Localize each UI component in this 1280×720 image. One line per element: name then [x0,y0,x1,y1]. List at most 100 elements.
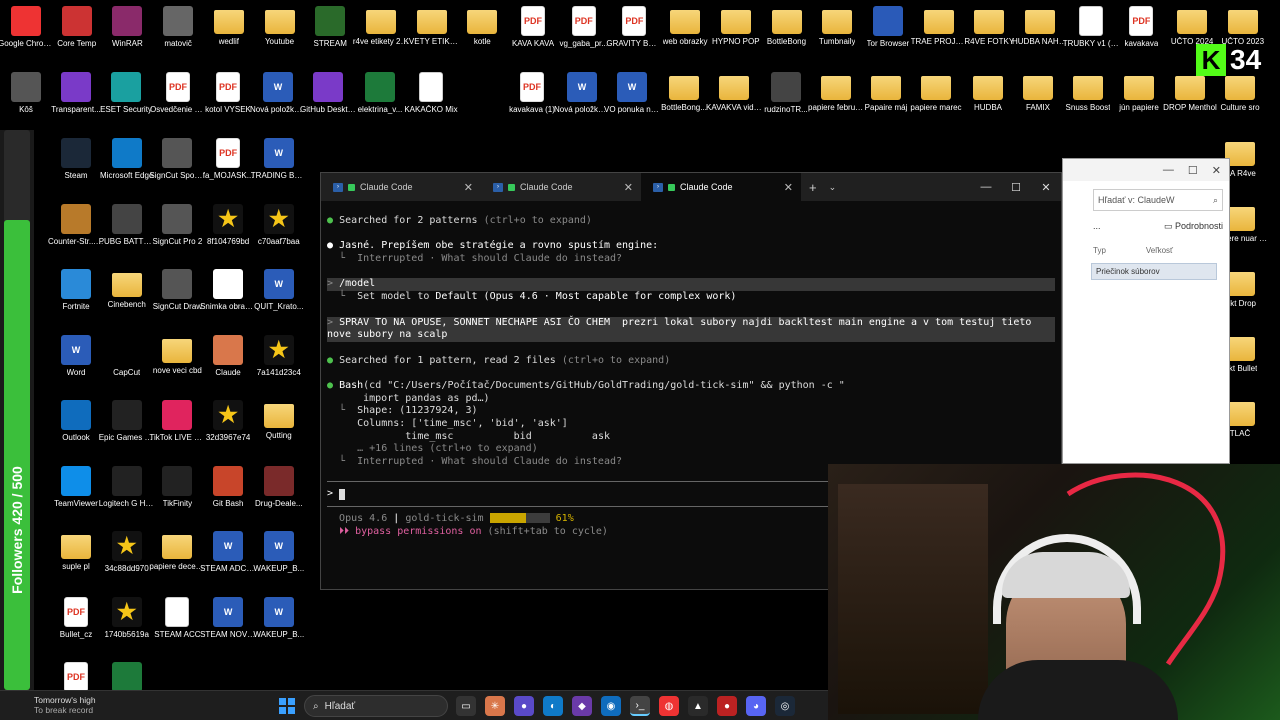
col-type[interactable]: Typ [1093,246,1106,255]
start-button[interactable] [279,698,295,714]
task-view-icon[interactable]: ▭ [456,696,476,716]
desktop-icon[interactable]: Kôš [0,72,52,115]
weather-widget[interactable]: Tomorrow's high To break record [34,695,96,715]
desktop-icon[interactable]: ★ 7a141d23c4 [253,334,305,378]
desktop-icon[interactable]: wedlif [203,6,255,47]
chrome-icon[interactable]: ◍ [659,696,679,716]
desktop-icon[interactable]: SignCut Pro 2 [151,203,203,247]
desktop-icon[interactable]: Transparent... [50,72,102,115]
discord-icon[interactable]: ◕ [746,696,766,716]
desktop-icon[interactable]: PDF KAVA KAVA [507,6,559,49]
new-tab-button[interactable]: + [809,180,817,195]
desktop-icon[interactable]: SignCut Draw [151,269,203,312]
explorer-search-input[interactable]: Hľadať v: ClaudeW ⌕ [1093,189,1223,211]
desktop-icon[interactable]: HYPNO POP [710,6,762,47]
desktop-icon[interactable]: Culture sro [1214,72,1266,113]
desktop-icon[interactable]: ★ 34c88dd970 [101,531,153,574]
desktop-icon[interactable]: UČTO 2023 [1217,6,1269,47]
outlook-icon[interactable]: ◉ [601,696,621,716]
desktop-icon[interactable]: W Nová položka Dokument ... [554,72,610,115]
desktop-icon[interactable]: Steam [50,138,102,181]
close-button[interactable]: ✕ [1031,173,1061,201]
desktop-icon[interactable]: matovič [152,6,204,49]
desktop-icon[interactable]: W WAKEUP_B... [253,531,305,574]
desktop-icon[interactable]: rudzinoTR... [760,72,812,115]
desktop-icon[interactable]: Claude [202,334,254,378]
desktop-icon[interactable]: Epic Games Launcher [99,400,155,443]
desktop-icon[interactable]: Youtube [254,6,306,47]
desktop-icon[interactable]: DROP Menthol [1163,72,1217,113]
desktop-icon[interactable]: kotle [456,6,508,47]
minimize-button[interactable]: — [971,173,1001,201]
tab-close-icon[interactable]: ✕ [624,181,633,194]
recorder-icon[interactable]: ● [717,696,737,716]
edge-icon[interactable]: ◐ [543,696,563,716]
desktop-icon[interactable]: Git Bash [202,465,254,509]
terminal-icon[interactable]: ›_ [630,696,650,716]
desktop-icon[interactable]: PDF fa_MOJASK... [202,138,254,181]
desktop-icon[interactable]: PDF Osvedčenie EORI [150,72,206,115]
desktop-icon[interactable]: PDF kavakava (1) [506,72,558,115]
desktop-icon[interactable]: W TRADING BOT UDAJE... [251,138,307,181]
desktop-icon[interactable]: papiere februar 2025 [808,72,864,113]
desktop-icon[interactable]: KAKAČKO Mix [404,72,458,115]
teams-icon[interactable]: ● [514,696,534,716]
close-icon[interactable]: ✕ [1212,164,1221,177]
desktop-icon[interactable]: GitHub Desktop [300,72,356,115]
col-size[interactable]: Veľkosť [1146,246,1173,255]
desktop-icon[interactable]: TRUBKY v1 (1).step [1063,6,1119,49]
terminal-tab-3[interactable]: › Claude Code ✕ [641,173,801,201]
desktop-icon[interactable]: Google Chrome [0,6,54,49]
desktop-icon[interactable]: PDF GRAVITY BOMB [606,6,662,49]
desktop-icon[interactable]: jún papiere [1113,72,1165,113]
desktop-icon[interactable]: PDF Bullet_cz [50,596,102,640]
desktop-icon[interactable]: ★ c70aaf7baa [253,203,305,247]
desktop-icon[interactable]: papiere december [149,531,205,572]
desktop-icon[interactable]: SignCut Spooler [149,138,205,181]
desktop-icon[interactable]: Fortnite [50,269,102,312]
desktop-icon[interactable]: STREAM [304,6,356,49]
desktop-icon[interactable]: W Word [50,334,102,378]
desktop-icon[interactable]: FAMIX [1012,72,1064,113]
desktop-icon[interactable]: W Nová položka Dokument ... [250,72,306,115]
desktop-icon[interactable]: KAVAKVA video [706,72,762,113]
desktop-icon[interactable]: PDF vg_gaba_pr... [558,6,610,49]
tab-dropdown-button[interactable]: ⌄ [829,182,837,193]
desktop-icon[interactable]: Snimka obrazovk... [200,269,256,312]
desktop-icon[interactable]: r4ve etikety 2025 [353,6,409,47]
desktop-icon[interactable]: PDF kavakava [1115,6,1167,49]
desktop-icon[interactable]: nove veci cbd [151,335,203,376]
desktop-icon[interactable]: Tor Browser [862,6,914,49]
desktop-icon[interactable]: W VO ponuka nicoboost [604,72,660,115]
tab-close-icon[interactable]: ✕ [784,181,793,194]
desktop-icon[interactable]: BottleBong... [658,72,710,113]
desktop-icon[interactable]: ★ 1740b5619a [101,596,153,640]
desktop-icon[interactable]: Microsoft Edge [100,138,153,181]
desktop-icon[interactable]: W STEAM NOVYWordu [200,596,256,640]
desktop-icon[interactable]: ESET Security [100,72,152,115]
desktop-icon[interactable]: Snuss Boost [1062,72,1114,113]
desktop-icon[interactable]: Drug-Deale... [253,465,305,509]
explorer-file-row[interactable]: Priečinok súborov [1091,263,1217,280]
taskbar-search[interactable]: ⌕ Hľadať [304,695,448,717]
desktop-icon[interactable]: ★ 8f104769bd [202,203,254,247]
desktop-icon[interactable]: HUDBA NAHRAVANIE [1012,6,1068,47]
tab-close-icon[interactable]: ✕ [464,181,473,194]
desktop-icon[interactable]: HUDBA [962,72,1014,113]
desktop-icon[interactable]: PUBG BATTLEGR... [99,203,155,247]
desktop-icon[interactable]: W STEAM ADCC 2 [200,531,256,574]
desktop-icon[interactable]: TikFinity [151,465,203,509]
maximize-icon[interactable]: ☐ [1188,164,1198,177]
desktop-icon[interactable]: STEAM ACC [151,596,203,640]
desktop-icon[interactable]: papiere marec [910,72,962,113]
desktop-icon[interactable]: ★ 32d3967e74 [202,400,254,443]
desktop-icon[interactable]: Logitech G HUB [99,465,155,509]
desktop-icon[interactable]: BottleBong [761,6,813,47]
minimize-icon[interactable]: — [1163,164,1174,176]
desktop-icon[interactable]: Counter-Str... Global Offe... [48,203,104,247]
details-pane-button[interactable]: ▭ Podrobnosti [1164,221,1223,232]
desktop-icon[interactable]: KVETY ETIKETY [404,6,460,47]
desktop-icon[interactable]: Outlook [50,400,102,443]
desktop-icon[interactable]: web obrazky [659,6,711,47]
desktop-icon[interactable]: TeamViewer [50,465,102,509]
